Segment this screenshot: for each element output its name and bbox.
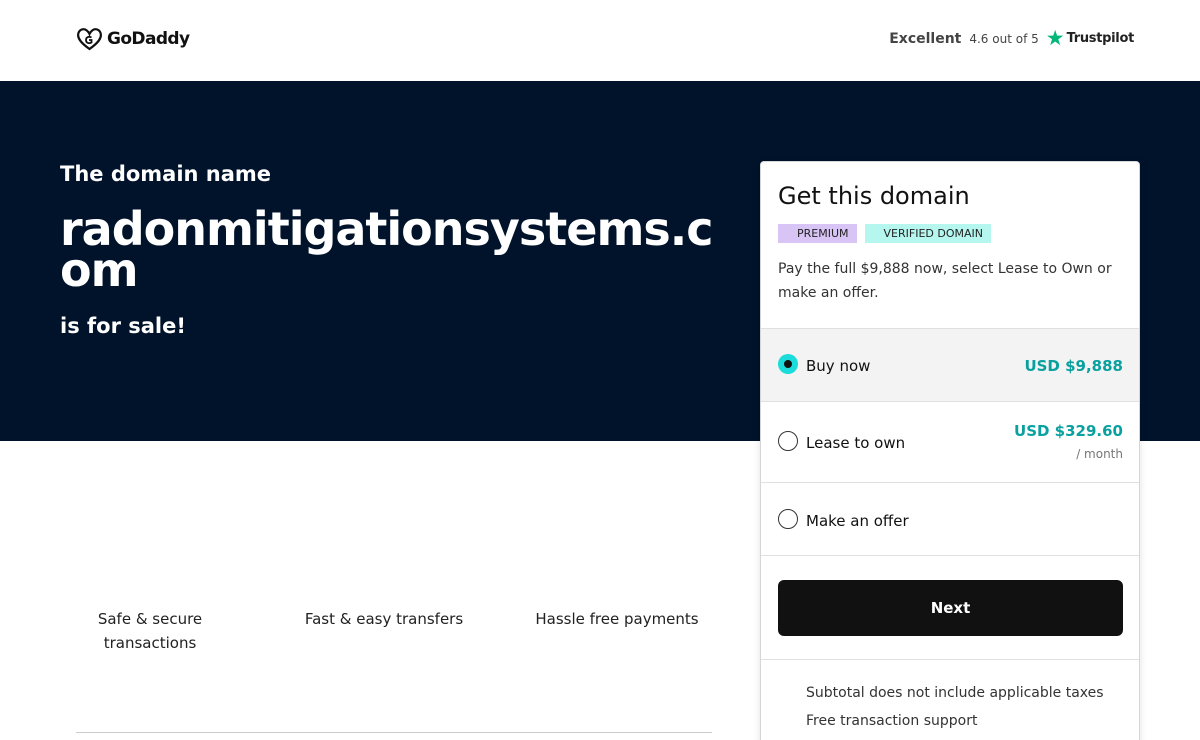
purchase-card: Get this domain PREMIUM VERIFIED DOMAIN …	[760, 161, 1140, 740]
site-header: GoDaddy Excellent 4.6 out of 5 ★ Trustpi…	[0, 0, 1200, 81]
logo-text: GoDaddy	[107, 29, 190, 49]
card-title: Get this domain	[778, 182, 970, 210]
trustpilot-rating-word: Excellent	[889, 30, 962, 47]
hero-outro-text: is for sale!	[60, 314, 186, 338]
options-bottom-border	[761, 555, 1139, 556]
tax-note: Subtotal does not include applicable tax…	[806, 685, 1104, 701]
feature-hassle-free-payments: Hassle free payments	[535, 610, 699, 628]
make-offer-label: Make an offer	[806, 512, 909, 530]
feature-secure-transactions: Safe & secure transactions	[97, 610, 203, 652]
make-offer-radio[interactable]	[778, 509, 798, 529]
buy-now-price: USD $9,888	[1024, 357, 1123, 375]
premium-badge: PREMIUM	[778, 224, 857, 243]
trustpilot-brand: Trustpilot	[1066, 31, 1135, 46]
hero-intro-text: The domain name	[60, 162, 272, 186]
lease-period: / month	[1076, 447, 1123, 461]
card-description: Pay the full $9,888 now, select Lease to…	[778, 261, 1112, 301]
next-button[interactable]: Next	[778, 580, 1123, 636]
lease-to-own-label: Lease to own	[806, 434, 906, 452]
feature-easy-transfers: Fast & easy transfers	[304, 610, 464, 628]
section-divider	[76, 732, 712, 733]
trustpilot-rating[interactable]: Excellent 4.6 out of 5 ★ Trustpilot	[889, 28, 1134, 49]
godaddy-logo[interactable]: GoDaddy	[76, 27, 190, 51]
badge-list: PREMIUM VERIFIED DOMAIN	[778, 224, 999, 243]
buy-now-radio[interactable]	[778, 354, 798, 374]
option-lease-to-own[interactable]: Lease to own USD $329.60 / month	[761, 401, 1139, 482]
buy-now-label: Buy now	[806, 357, 871, 375]
star-icon: ★	[1045, 26, 1065, 50]
card-footer-divider	[761, 659, 1139, 660]
trustpilot-score: 4.6 out of 5	[969, 31, 1039, 46]
lease-to-own-price: USD $329.60	[1014, 422, 1123, 440]
domain-name-heading: radonmitigationsystems.com	[60, 202, 714, 297]
godaddy-logo-icon	[77, 28, 102, 51]
verified-domain-badge: VERIFIED DOMAIN	[864, 224, 991, 243]
lease-to-own-radio[interactable]	[778, 431, 798, 451]
option-make-offer[interactable]: Make an offer	[761, 482, 1139, 555]
support-note: Free transaction support	[806, 713, 978, 729]
option-buy-now[interactable]: Buy now USD $9,888	[761, 328, 1139, 401]
